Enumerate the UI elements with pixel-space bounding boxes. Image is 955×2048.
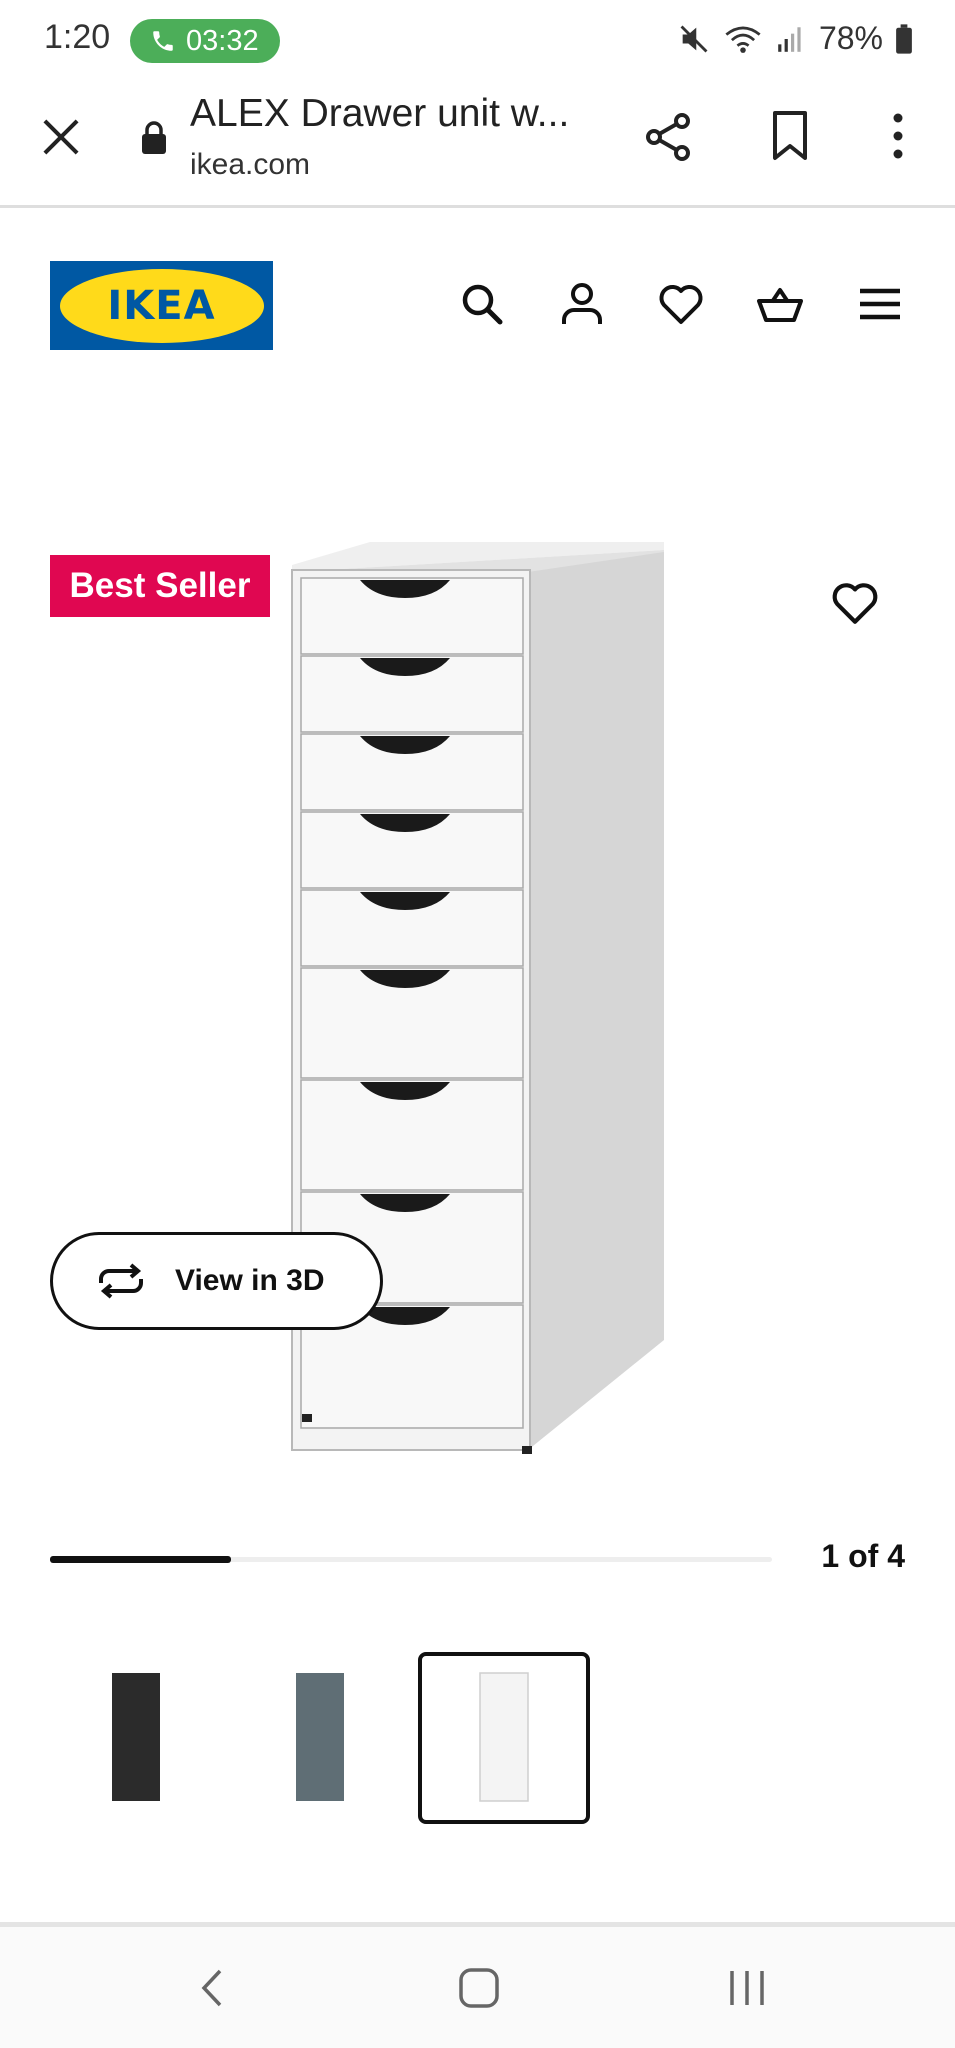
mute-icon <box>680 25 708 52</box>
gallery-progress-fill <box>50 1556 231 1563</box>
wifi-icon <box>725 26 761 53</box>
phone-icon <box>153 31 173 51</box>
recent-apps-icon[interactable] <box>722 1963 772 2013</box>
battery-icon <box>896 23 912 54</box>
drawer-unit-thumbnail-white <box>479 1672 529 1802</box>
ikea-logo-oval: IKEA <box>59 268 264 343</box>
status-bar: 1:20 03:32 78% <box>0 0 955 82</box>
thumbnail-black-brown[interactable] <box>50 1652 222 1824</box>
browser-toolbar: ALEX Drawer unit w... ikea.com <box>0 82 955 208</box>
bookmark-icon[interactable] <box>770 110 810 162</box>
favorites-icon[interactable] <box>657 280 705 328</box>
drawer-unit-thumbnail-blue-grey <box>296 1673 344 1801</box>
cart-icon[interactable] <box>756 280 804 328</box>
rotate-3d-icon <box>99 1263 143 1299</box>
status-icons: 78% <box>677 20 913 57</box>
back-icon[interactable] <box>188 1963 238 2013</box>
more-vert-icon[interactable] <box>886 110 910 162</box>
home-icon[interactable] <box>454 1963 504 2013</box>
thumbnail-blue-grey[interactable] <box>234 1652 406 1824</box>
hamburger-menu-icon[interactable] <box>856 280 904 328</box>
slide-counter: 1 of 4 <box>821 1538 905 1574</box>
view-in-3d-label: View in 3D <box>175 1264 325 1297</box>
page-url[interactable]: ikea.com <box>190 148 310 182</box>
account-icon[interactable] <box>558 280 606 328</box>
best-seller-badge: Best Seller <box>50 555 270 617</box>
page-title[interactable]: ALEX Drawer unit w... <box>190 92 569 136</box>
status-time: 1:20 <box>44 18 111 56</box>
call-timer: 03:32 <box>186 24 259 57</box>
add-to-favorites-heart-icon[interactable] <box>830 578 880 628</box>
close-icon[interactable] <box>38 114 84 160</box>
view-in-3d-button[interactable]: View in 3D <box>50 1232 383 1330</box>
ongoing-call-pill[interactable]: 03:32 <box>130 19 280 63</box>
drawer-unit-thumbnail-black-brown <box>112 1673 160 1801</box>
search-icon[interactable] <box>458 280 506 328</box>
battery-percent: 78% <box>818 20 883 56</box>
ikea-logo-text: IKEA <box>107 282 216 329</box>
lock-icon <box>142 121 166 154</box>
ikea-logo[interactable]: IKEA <box>50 261 273 350</box>
share-icon[interactable] <box>642 110 694 164</box>
signal-icon <box>778 26 801 52</box>
thumbnail-white[interactable] <box>418 1652 590 1824</box>
system-navigation-bar <box>0 1927 955 2048</box>
